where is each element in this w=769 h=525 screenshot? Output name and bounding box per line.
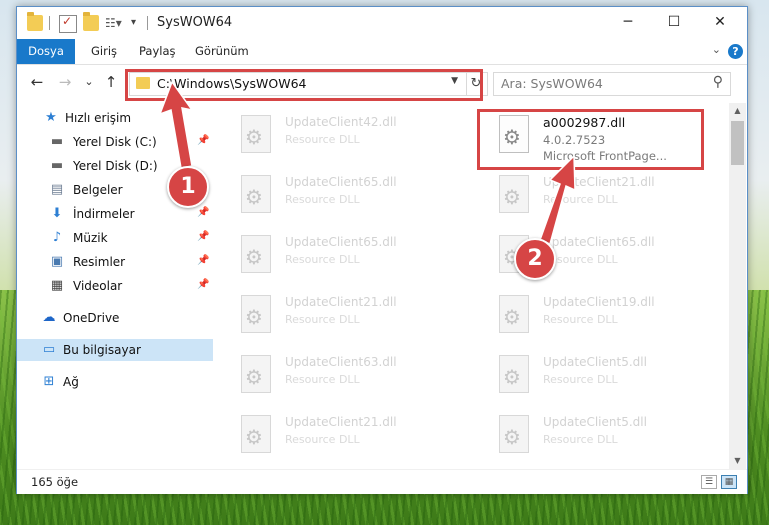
step-1-badge: 1	[167, 166, 209, 208]
arrow-1	[158, 80, 194, 169]
arrow-2	[539, 154, 576, 246]
annotation-arrows	[158, 80, 576, 246]
step-2-badge: 2	[514, 238, 556, 280]
